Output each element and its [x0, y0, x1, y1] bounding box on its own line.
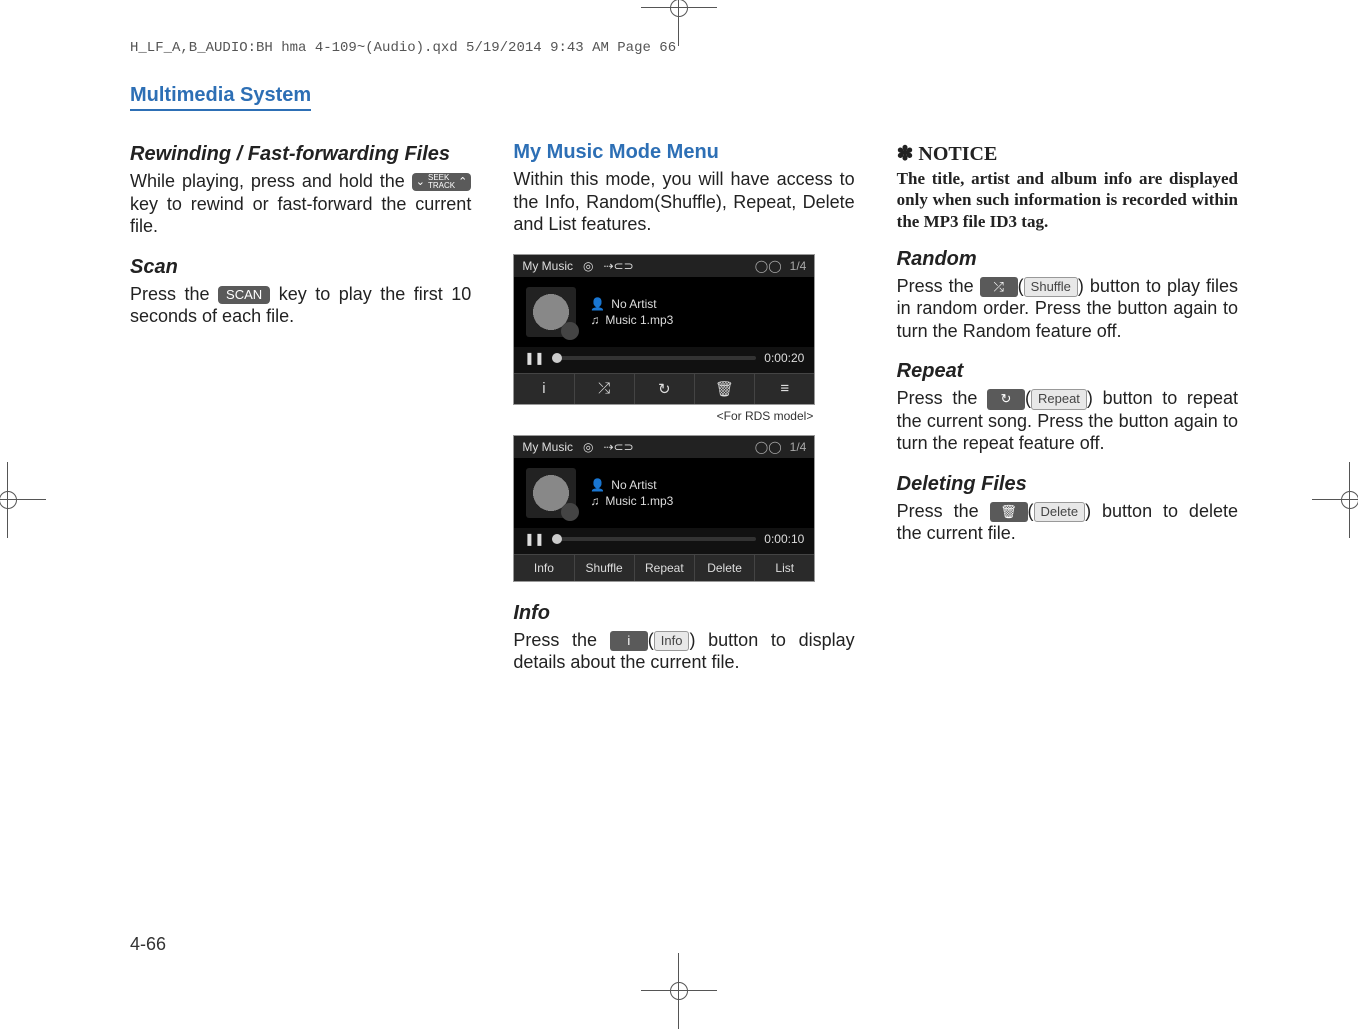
screenshot-labels: My Music ◎ ⇢⊂⊃ ◯◯ 1/4 👤 No Artist ♫ Music …: [513, 435, 815, 582]
chevron-up-icon: ⌃: [458, 177, 467, 188]
notice-heading: ✽ NOTICE: [897, 141, 1238, 166]
para-deleting: Press the 🗑(Delete) button to delete the…: [897, 500, 1238, 545]
scan-key: SCAN: [218, 286, 270, 304]
heading-repeat: Repeat: [897, 360, 1238, 383]
shot-title: My Music: [522, 440, 573, 454]
disc-icon: ◎: [583, 440, 593, 454]
album-art-icon: [526, 468, 576, 518]
heading-rewinding: Rewinding / Fast-forwarding Files: [130, 143, 471, 166]
info-button: Info: [514, 555, 573, 581]
text: While playing, press and hold the: [130, 171, 412, 191]
text: Press the: [130, 284, 218, 304]
registration-mark-icon: [670, 982, 688, 1000]
trash-icon: 🗑: [990, 502, 1028, 522]
signal-icon: ◯◯: [755, 440, 782, 454]
text: Press the: [897, 501, 990, 521]
text: Press the: [897, 388, 987, 408]
info-icon: i: [610, 631, 648, 651]
note-icon: ♫: [590, 494, 599, 508]
page-number: 4-66: [130, 934, 166, 955]
para-info: Press the i(Info) button to display deta…: [513, 629, 854, 674]
note-icon: ♫: [590, 313, 599, 327]
artist: No Artist: [611, 478, 656, 492]
trash-icon: 🗑: [694, 374, 754, 404]
artist: No Artist: [611, 297, 656, 311]
caption-rds: <For RDS model>: [513, 409, 813, 423]
artist-icon: 👤: [590, 297, 605, 311]
heading-scan: Scan: [130, 256, 471, 279]
column-1: Rewinding / Fast-forwarding Files While …: [130, 133, 471, 692]
artist-icon: 👤: [590, 478, 605, 492]
signal-icon: ◯◯: [755, 259, 782, 273]
elapsed-time: 0:00:10: [764, 532, 804, 546]
album-art-icon: [526, 287, 576, 337]
counter: 1/4: [790, 440, 807, 454]
heading-random: Random: [897, 248, 1238, 271]
shot-title: My Music: [522, 259, 573, 273]
progress-bar: [552, 356, 756, 360]
shuffle-icon: ⤮: [980, 277, 1018, 297]
repeat-icon: ↻: [634, 374, 694, 404]
delete-label: Delete: [1034, 502, 1086, 522]
text: key to rewind or fast-forward the curren…: [130, 194, 471, 237]
heading-deleting: Deleting Files: [897, 473, 1238, 496]
list-button: List: [754, 555, 814, 581]
para-rewinding: While playing, press and hold the ⌄ SEEK…: [130, 170, 471, 238]
button-row-labels: Info Shuffle Repeat Delete List: [514, 554, 814, 581]
elapsed-time: 0:00:20: [764, 351, 804, 365]
repeat-button: Repeat: [634, 555, 694, 581]
text: Press the: [513, 630, 609, 650]
column-3: ✽ NOTICE The title, artist and album inf…: [897, 133, 1238, 692]
section-header: Multimedia System: [130, 84, 311, 111]
seek-bot: TRACK: [428, 182, 455, 190]
para-mymusic-menu: Within this mode, you will have access t…: [513, 168, 854, 236]
heading-info: Info: [513, 602, 854, 625]
shuffle-icon: ⤮: [574, 374, 634, 404]
para-scan: Press the SCAN key to play the first 10 …: [130, 283, 471, 328]
para-random: Press the ⤮(Shuffle) button to play file…: [897, 275, 1238, 343]
chevron-down-icon: ⌄: [416, 177, 425, 188]
track: Music 1.mp3: [605, 494, 673, 508]
shuffle-label: Shuffle: [1024, 277, 1078, 297]
shuffle-button: Shuffle: [574, 555, 634, 581]
asterisk-icon: ✽: [897, 143, 919, 165]
audio-out-icon: ⇢⊂⊃: [603, 440, 633, 454]
counter: 1/4: [790, 259, 807, 273]
pause-icon: ❚❚: [524, 351, 544, 365]
column-2: My Music Mode Menu Within this mode, you…: [513, 133, 854, 692]
info-label: Info: [654, 631, 690, 651]
heading-mymusic-menu: My Music Mode Menu: [513, 141, 854, 164]
registration-mark-icon: [1341, 491, 1358, 509]
screenshot-rds: My Music ◎ ⇢⊂⊃ ◯◯ 1/4 👤 No Artist ♫ Music …: [513, 254, 815, 405]
file-header: H_LF_A,B_AUDIO:BH hma 4-109~(Audio).qxd …: [130, 40, 1238, 56]
delete-button: Delete: [694, 555, 754, 581]
disc-icon: ◎: [583, 259, 593, 273]
seek-track-key: ⌄ SEEK TRACK ⌃: [412, 173, 472, 191]
repeat-label: Repeat: [1031, 389, 1087, 409]
track: Music 1.mp3: [605, 313, 673, 327]
para-repeat: Press the ↻(Repeat) button to repeat the…: [897, 387, 1238, 455]
notice-label: NOTICE: [918, 143, 997, 165]
text: Press the: [897, 276, 980, 296]
pause-icon: ❚❚: [524, 532, 544, 546]
info-icon: i: [514, 374, 573, 404]
progress-bar: [552, 537, 756, 541]
audio-out-icon: ⇢⊂⊃: [603, 259, 633, 273]
repeat-icon: ↻: [987, 389, 1025, 409]
list-icon: ≡: [754, 374, 814, 404]
button-row-icons: i ⤮ ↻ 🗑 ≡: [514, 373, 814, 404]
notice-body: The title, artist and album info are dis…: [897, 168, 1238, 232]
